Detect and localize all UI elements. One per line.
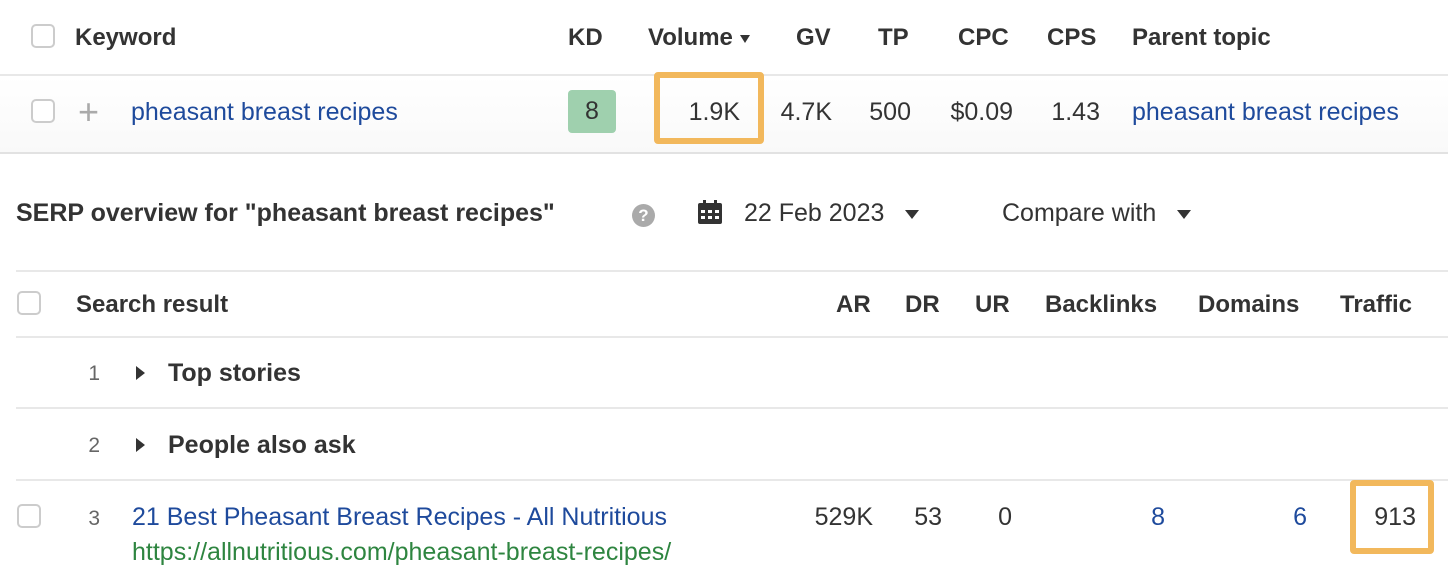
calendar-icon — [697, 199, 723, 225]
header-ar[interactable]: AR — [836, 291, 871, 319]
expand-caret-icon[interactable] — [136, 438, 145, 452]
ur-value: 0 — [998, 503, 1012, 531]
header-domains[interactable]: Domains — [1198, 291, 1299, 319]
result-position: 1 — [88, 362, 100, 385]
result-position: 2 — [88, 434, 100, 457]
header-traffic[interactable]: Traffic — [1340, 291, 1412, 319]
header-ur[interactable]: UR — [975, 291, 1010, 319]
serp-feature-people-also-ask[interactable]: People also ask — [168, 431, 356, 460]
result-url[interactable]: https://allnutritious.com/pheasant-breas… — [132, 538, 671, 567]
chevron-down-icon — [905, 209, 920, 219]
header-search-result: Search result — [76, 291, 229, 318]
add-keyword-plus-icon[interactable]: + — [78, 91, 99, 133]
help-icon[interactable]: ? — [632, 204, 655, 227]
serp-title: SERP overview for "pheasant breast recip… — [16, 199, 555, 227]
ar-value: 529K — [814, 503, 873, 531]
header-volume-label: Volume — [648, 24, 733, 51]
compare-label: Compare with — [1002, 199, 1157, 227]
dr-value: 53 — [914, 503, 942, 531]
tp-value: 500 — [869, 98, 911, 126]
cps-value: 1.43 — [1051, 98, 1100, 126]
header-backlinks[interactable]: Backlinks — [1045, 291, 1157, 319]
domains-link[interactable]: 6 — [1220, 503, 1307, 532]
divider — [16, 407, 1448, 409]
header-gv[interactable]: GV — [796, 24, 831, 52]
compare-with-dropdown[interactable]: Compare with — [1002, 199, 1192, 228]
volume-value: 1.9K — [688, 98, 740, 126]
cpc-value: $0.09 — [950, 98, 1013, 126]
header-keyword[interactable]: Keyword — [75, 24, 176, 52]
keyword-link[interactable]: pheasant breast recipes — [131, 98, 398, 127]
serp-feature-top-stories[interactable]: Top stories — [168, 359, 301, 388]
sort-desc-icon — [739, 34, 750, 43]
header-volume[interactable]: Volume — [648, 24, 750, 52]
header-tp[interactable]: TP — [878, 24, 909, 52]
traffic-value: 913 — [1374, 503, 1416, 531]
select-all-results-checkbox[interactable] — [17, 291, 41, 315]
select-all-keywords-checkbox[interactable] — [31, 24, 55, 48]
divider — [16, 270, 1448, 272]
backlinks-link[interactable]: 8 — [1080, 503, 1165, 532]
date-selector[interactable]: 22 Feb 2023 — [744, 199, 920, 228]
header-dr[interactable]: DR — [905, 291, 940, 319]
parent-topic-link[interactable]: pheasant breast recipes — [1132, 98, 1399, 127]
expand-caret-icon[interactable] — [136, 366, 145, 380]
divider — [16, 479, 1448, 481]
gv-value: 4.7K — [780, 98, 832, 126]
result-checkbox[interactable] — [17, 504, 41, 528]
header-cps[interactable]: CPS — [1047, 24, 1096, 52]
chevron-down-icon — [1177, 209, 1192, 219]
kd-badge: 8 — [568, 90, 616, 133]
header-cpc[interactable]: CPC — [958, 24, 1009, 52]
result-title-link[interactable]: 21 Best Pheasant Breast Recipes - All Nu… — [132, 503, 667, 532]
header-kd[interactable]: KD — [568, 24, 603, 52]
divider — [16, 336, 1448, 338]
result-position: 3 — [88, 507, 100, 530]
keyword-row-checkbox[interactable] — [31, 99, 55, 123]
date-value: 22 Feb 2023 — [744, 199, 885, 227]
header-parent-topic[interactable]: Parent topic — [1132, 24, 1271, 52]
